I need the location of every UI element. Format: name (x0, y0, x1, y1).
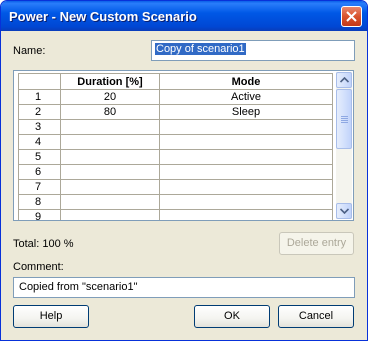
thumb-grip-line (341, 120, 348, 121)
row-number-cell[interactable]: 5 (18, 149, 61, 165)
row-number-cell[interactable]: 3 (18, 119, 61, 135)
duration-cell[interactable] (60, 119, 160, 135)
mode-cell[interactable] (159, 164, 333, 180)
duration-cell[interactable] (60, 179, 160, 195)
total-label: Total: 100 % (13, 238, 74, 250)
mode-cell[interactable] (159, 134, 333, 150)
duration-cell[interactable] (60, 209, 160, 220)
thumb-grip-line (341, 118, 348, 119)
window-title: Power - New Custom Scenario (9, 9, 197, 24)
mode-cell[interactable] (159, 149, 333, 165)
name-label: Name: (13, 45, 46, 57)
close-button[interactable] (341, 6, 362, 27)
close-icon (346, 11, 357, 22)
column-header-duration[interactable]: Duration [%] (60, 73, 160, 90)
row-number-cell[interactable]: 7 (18, 179, 61, 195)
row-number-cell[interactable]: 4 (18, 134, 61, 150)
comment-label: Comment: (13, 261, 64, 273)
row-number-cell[interactable]: 1 (18, 89, 61, 105)
scenario-grid: Duration [%] Mode 1 20 Active 2 80 Sleep 3 4 5 6 7… (13, 70, 354, 221)
duration-cell[interactable] (60, 164, 160, 180)
ok-button[interactable]: OK (194, 305, 270, 328)
title-bar[interactable]: Power - New Custom Scenario (1, 1, 367, 31)
table-header-row: Duration [%] Mode (18, 73, 333, 90)
mode-cell[interactable] (159, 119, 333, 135)
table-row[interactable]: 6 (18, 164, 333, 180)
mode-cell[interactable]: Sleep (159, 104, 333, 120)
thumb-grip-line (341, 116, 348, 117)
duration-cell[interactable] (60, 134, 160, 150)
mode-cell[interactable]: Active (159, 89, 333, 105)
scroll-up-button[interactable] (336, 72, 352, 88)
scroll-down-button[interactable] (336, 203, 352, 219)
table-row[interactable]: 4 (18, 134, 333, 150)
delete-entry-button[interactable]: Delete entry (279, 232, 354, 255)
duration-cell[interactable]: 80 (60, 104, 160, 120)
duration-cell[interactable] (60, 194, 160, 210)
table-row[interactable]: 7 (18, 179, 333, 195)
mode-cell[interactable] (159, 179, 333, 195)
table-row[interactable]: 2 80 Sleep (18, 104, 333, 120)
row-number-cell[interactable]: 6 (18, 164, 61, 180)
thumb-grip-line (341, 122, 348, 123)
mode-cell[interactable] (159, 194, 333, 210)
duration-cell[interactable] (60, 149, 160, 165)
table-corner-cell (18, 73, 61, 90)
table-row[interactable]: 3 (18, 119, 333, 135)
scrollbar-thumb[interactable] (336, 89, 352, 149)
dialog-window: Power - New Custom Scenario Name: Copy o… (0, 0, 368, 341)
row-number-cell[interactable]: 2 (18, 104, 61, 120)
table-row[interactable]: 8 (18, 194, 333, 210)
vertical-scrollbar[interactable] (336, 72, 352, 219)
mode-cell[interactable] (159, 209, 333, 220)
comment-field[interactable]: Copied from "scenario1" (13, 277, 355, 298)
help-button[interactable]: Help (13, 305, 89, 328)
column-header-mode[interactable]: Mode (159, 73, 333, 90)
row-number-cell[interactable]: 8 (18, 194, 61, 210)
name-field[interactable]: Copy of scenario1 (151, 40, 355, 61)
row-number-cell[interactable]: 9 (18, 209, 61, 220)
table-row[interactable]: 5 (18, 149, 333, 165)
name-field-value: Copy of scenario1 (155, 43, 246, 55)
duration-cell[interactable]: 20 (60, 89, 160, 105)
scenario-table: Duration [%] Mode 1 20 Active 2 80 Sleep 3 4 5 6 7… (18, 73, 333, 220)
dialog-body: Name: Copy of scenario1 Duration [%] Mod… (4, 31, 364, 337)
arrow-up-icon (340, 77, 349, 83)
cancel-button[interactable]: Cancel (278, 305, 354, 328)
arrow-down-icon (340, 208, 349, 214)
table-row[interactable]: 1 20 Active (18, 89, 333, 105)
table-row[interactable]: 9 (18, 209, 333, 220)
